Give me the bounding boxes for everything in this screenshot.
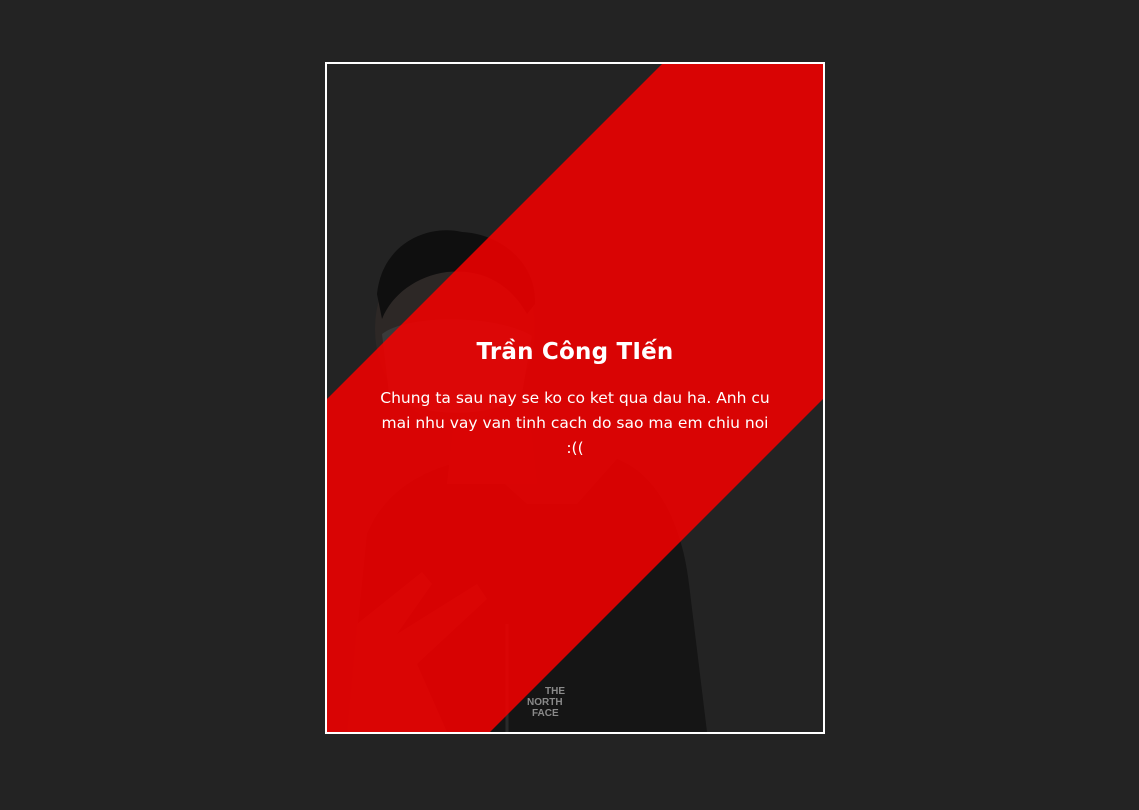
- svg-text:FACE: FACE: [532, 708, 559, 719]
- svg-text:NORTH: NORTH: [527, 697, 563, 708]
- svg-text:THE: THE: [545, 686, 565, 697]
- card-content: Trần Công TIến Chung ta sau nay se ko co…: [327, 334, 823, 461]
- card-title: Trần Công TIến: [476, 339, 674, 365]
- profile-card: THE NORTH FACE Trần Công TIến Chung ta s…: [325, 62, 825, 734]
- card-description: Chung ta sau nay se ko co ket qua dau ha…: [380, 389, 770, 457]
